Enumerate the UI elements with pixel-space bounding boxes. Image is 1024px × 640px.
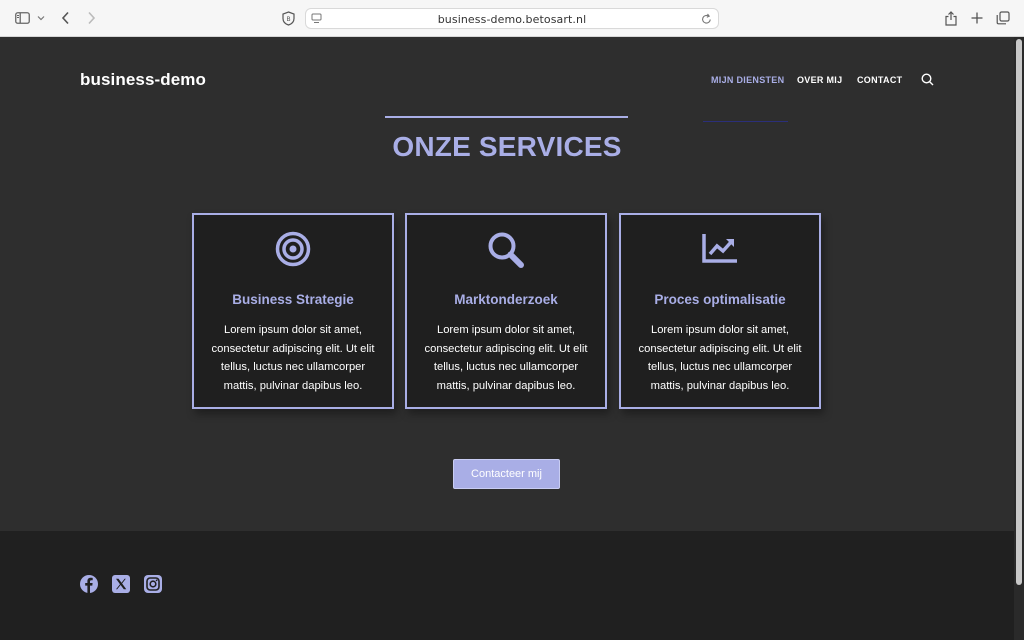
web-page: business-demo MIJN DIENSTEN OVER MIJ CON… <box>0 37 1014 640</box>
search-icon[interactable] <box>921 73 934 91</box>
card-title: Business Strategie <box>232 292 354 307</box>
url-text: business-demo.betosart.nl <box>437 13 587 26</box>
nav-item-mijn-diensten[interactable]: MIJN DIENSTEN <box>711 75 784 85</box>
site-logo[interactable]: business-demo <box>80 70 206 90</box>
reload-icon[interactable] <box>701 13 712 25</box>
instagram-icon[interactable] <box>144 575 162 593</box>
title-divider <box>385 116 628 118</box>
card-text: Lorem ipsum dolor sit amet, consectetur … <box>211 324 375 392</box>
search-icon <box>407 231 605 269</box>
service-card: Proces optimalisatie Lorem ipsum dolor s… <box>619 213 821 409</box>
card-text: Lorem ipsum dolor sit amet, consectetur … <box>424 324 588 392</box>
card-title: Proces optimalisatie <box>654 292 786 307</box>
card-text: Lorem ipsum dolor sit amet, consectetur … <box>638 324 802 392</box>
service-card: Business Strategie Lorem ipsum dolor sit… <box>192 213 394 409</box>
tabs-icon[interactable] <box>995 9 1011 27</box>
facebook-icon[interactable] <box>80 575 98 593</box>
target-icon <box>194 231 392 267</box>
shield-icon[interactable]: B <box>280 9 296 27</box>
share-icon[interactable] <box>943 9 959 27</box>
sidebar-icon[interactable] <box>13 9 31 27</box>
site-footer <box>0 531 1014 640</box>
card-title: Marktonderzoek <box>454 292 558 307</box>
svg-text:B: B <box>286 16 290 23</box>
contact-button[interactable]: Contacteer mij <box>453 459 560 489</box>
chevron-down-icon[interactable] <box>36 9 46 27</box>
nav-active-underline <box>703 121 788 122</box>
browser-toolbar: B business-demo.betosart.nl <box>0 0 1024 37</box>
x-icon[interactable] <box>112 575 130 593</box>
plus-icon[interactable] <box>969 9 985 27</box>
scrollbar[interactable] <box>1014 37 1024 640</box>
service-card: Marktonderzoek Lorem ipsum dolor sit ame… <box>405 213 607 409</box>
nav-item-contact[interactable]: CONTACT <box>857 75 902 85</box>
address-bar[interactable]: business-demo.betosart.nl <box>305 8 719 29</box>
nav-item-over-mij[interactable]: OVER MIJ <box>797 75 842 85</box>
scrollbar-thumb[interactable] <box>1016 39 1022 585</box>
chart-line-icon <box>621 231 819 265</box>
section-title: ONZE SERVICES <box>392 131 622 162</box>
forward-icon[interactable] <box>84 9 98 27</box>
back-icon[interactable] <box>58 9 72 27</box>
